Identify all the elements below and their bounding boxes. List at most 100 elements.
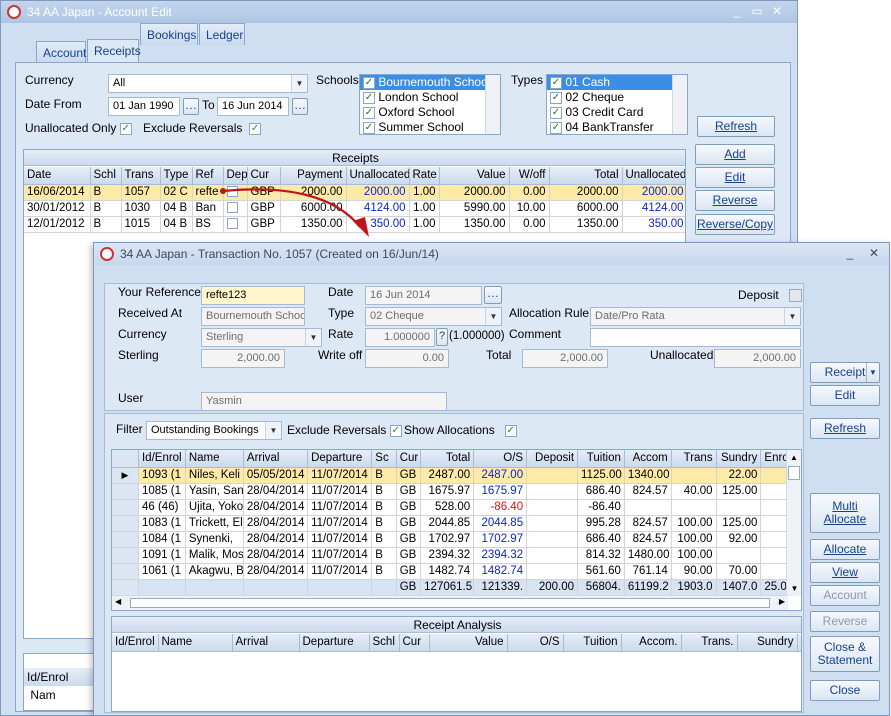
- currency-select[interactable]: Sterling ▼: [201, 328, 322, 347]
- types-list[interactable]: ✓ 01 Cash ✓ 02 Cheque ✓ 03 Credit Card ✓…: [546, 74, 688, 135]
- allocation-row[interactable]: 46 (46) Ujita, Yoko 28/04/2014 11/07/2014 B G…: [112, 499, 788, 516]
- your-reference-input[interactable]: refte123: [201, 286, 305, 305]
- close-statement-button[interactable]: Close & Statement: [810, 636, 880, 672]
- date-from-picker-button[interactable]: …: [183, 98, 199, 115]
- total-input[interactable]: 2,000.00: [522, 349, 608, 368]
- allocate-button[interactable]: Allocate: [810, 539, 880, 560]
- date-to-input[interactable]: 16 Jun 2014: [217, 97, 289, 116]
- refresh-button[interactable]: Refresh: [697, 116, 775, 137]
- receipts-col-header[interactable]: Unallocated: [622, 167, 685, 185]
- alloc-col-header[interactable]: Trans: [671, 450, 717, 468]
- rate-help-button[interactable]: ?: [436, 328, 448, 346]
- analysis-col-header[interactable]: Schl: [369, 634, 400, 652]
- receipt-edit-button[interactable]: Edit: [810, 385, 880, 406]
- analysis-col-header[interactable]: Name: [158, 634, 233, 652]
- receipts-col-header[interactable]: Rate: [409, 167, 440, 185]
- type-select[interactable]: 02 Cheque ▼: [365, 307, 502, 326]
- filter-select[interactable]: Outstanding Bookings ▼: [146, 421, 282, 440]
- comment-input[interactable]: [590, 328, 801, 347]
- exclude-reversals-checkbox[interactable]: ✓: [249, 122, 262, 135]
- currency-select[interactable]: All ▼: [108, 74, 308, 93]
- exclude-reversals-checkbox[interactable]: ✓: [389, 424, 402, 437]
- date-input[interactable]: 16 Jun 2014: [365, 286, 482, 305]
- tab-bookings[interactable]: Bookings: [140, 23, 198, 45]
- analysis-col-header[interactable]: O/S: [507, 634, 564, 652]
- alloc-col-header[interactable]: Name: [185, 450, 244, 468]
- alloc-col-header[interactable]: Enro: [760, 450, 788, 468]
- reverse-copy-button[interactable]: Reverse/Copy: [695, 214, 775, 235]
- user-input[interactable]: Yasmin: [201, 392, 447, 411]
- minimize-button[interactable]: _: [729, 4, 745, 18]
- view-button[interactable]: View: [810, 562, 880, 583]
- receipts-col-header[interactable]: Unallocated: [346, 167, 410, 185]
- school-item[interactable]: ✓ Oxford School: [360, 105, 500, 120]
- type-item[interactable]: ✓ 04 BankTransfer: [547, 120, 687, 134]
- allocation-row[interactable]: 1084 (1 Synenki, 28/04/2014 11/07/2014 B GB 17…: [112, 531, 788, 548]
- schools-scrollbar[interactable]: [485, 75, 500, 134]
- receipts-col-header[interactable]: Type: [160, 167, 193, 185]
- scroll-thumb[interactable]: [788, 466, 800, 480]
- account-button[interactable]: Account: [810, 585, 880, 606]
- allocation-row[interactable]: 1061 (1 Akagwu, B 28/04/2014 11/07/2014 B GB 1…: [112, 563, 788, 580]
- allocation-rule-select[interactable]: Date/Pro Rata ▼: [590, 307, 801, 326]
- close-button[interactable]: ✕: [769, 4, 785, 18]
- tab-receipts[interactable]: Receipts: [87, 39, 141, 63]
- receipts-col-header[interactable]: W/off: [509, 167, 550, 185]
- sterling-input[interactable]: 2,000.00: [201, 349, 285, 368]
- receipts-col-header[interactable]: Ref: [192, 167, 224, 185]
- receipts-col-header[interactable]: Total: [549, 167, 623, 185]
- rate-input[interactable]: 1.000000: [365, 328, 435, 347]
- analysis-col-header[interactable]: Cur: [399, 634, 430, 652]
- show-allocations-checkbox[interactable]: ✓: [504, 424, 517, 437]
- allocation-vertical-scrollbar[interactable]: ▲ ▼: [786, 450, 801, 596]
- scroll-down-icon[interactable]: ▼: [787, 581, 801, 596]
- receipt-button[interactable]: Receipt ▼: [810, 362, 880, 383]
- received-at-select[interactable]: Bournemouth School: [201, 307, 305, 326]
- alloc-col-header[interactable]: Id/Enrol: [138, 450, 186, 468]
- receipts-col-header[interactable]: Schl: [90, 167, 122, 185]
- scroll-right-icon[interactable]: ▶: [779, 597, 785, 606]
- chevron-down-icon[interactable]: ▼: [866, 363, 879, 382]
- alloc-col-header[interactable]: Sundry: [716, 450, 762, 468]
- allocation-row[interactable]: 1083 (1 Trickett, El 28/04/2014 11/07/2014 B…: [112, 515, 788, 532]
- receipts-col-header[interactable]: Date: [24, 167, 91, 185]
- write-off-input[interactable]: 0.00: [365, 349, 449, 368]
- type-item[interactable]: ✓ 02 Cheque: [547, 90, 687, 105]
- reverse-button[interactable]: Reverse: [695, 190, 775, 211]
- analysis-col-header[interactable]: Enrol: [797, 634, 801, 652]
- school-item[interactable]: ✓ Summer School: [360, 120, 500, 134]
- schools-list[interactable]: ✓ Bournemouth School ✓ London School ✓ O…: [359, 74, 501, 135]
- school-item[interactable]: ✓ Bournemouth School: [360, 75, 500, 90]
- scroll-left-icon[interactable]: ◀: [115, 597, 121, 606]
- analysis-col-header[interactable]: Id/Enrol: [112, 634, 159, 652]
- alloc-col-header[interactable]: Cur: [396, 450, 422, 468]
- type-item[interactable]: ✓ 03 Credit Card: [547, 105, 687, 120]
- date-from-input[interactable]: 01 Jan 1990: [108, 97, 180, 116]
- allocation-refresh-button[interactable]: Refresh: [810, 418, 880, 439]
- alloc-col-header[interactable]: Sc: [371, 450, 397, 468]
- alloc-col-header[interactable]: Accom: [624, 450, 672, 468]
- analysis-col-header[interactable]: Sundry: [737, 634, 798, 652]
- unallocated-input[interactable]: 2,000.00: [714, 349, 801, 368]
- allocation-row[interactable]: ▶ 1093 (1 Niles, Keli 05/05/2014 11/07/2014 B…: [112, 467, 788, 484]
- maximize-button[interactable]: ▭: [749, 4, 765, 18]
- scroll-thumb[interactable]: [130, 598, 770, 608]
- edit-button[interactable]: Edit: [695, 167, 775, 188]
- type-item[interactable]: ✓ 01 Cash: [547, 75, 687, 90]
- date-to-picker-button[interactable]: …: [292, 98, 308, 115]
- analysis-col-header[interactable]: Arrival: [232, 634, 300, 652]
- analysis-col-header[interactable]: Value: [429, 634, 508, 652]
- allocation-horizontal-scrollbar[interactable]: ◀ ▶: [112, 595, 788, 610]
- receipts-col-header[interactable]: Dep: [223, 167, 248, 185]
- alloc-col-header[interactable]: Total: [420, 450, 475, 468]
- alloc-col-header[interactable]: O/S: [473, 450, 528, 468]
- tab-account[interactable]: Account: [36, 41, 86, 63]
- dialog-minimize-button[interactable]: _: [842, 246, 858, 260]
- receipts-col-header[interactable]: Payment: [280, 167, 347, 185]
- dialog-close-button[interactable]: ✕: [866, 246, 882, 260]
- types-scrollbar[interactable]: [672, 75, 687, 134]
- date-picker-button[interactable]: …: [484, 286, 502, 304]
- receipts-col-header[interactable]: Trans: [121, 167, 161, 185]
- school-item[interactable]: ✓ London School: [360, 90, 500, 105]
- deposit-checkbox[interactable]: [789, 289, 802, 302]
